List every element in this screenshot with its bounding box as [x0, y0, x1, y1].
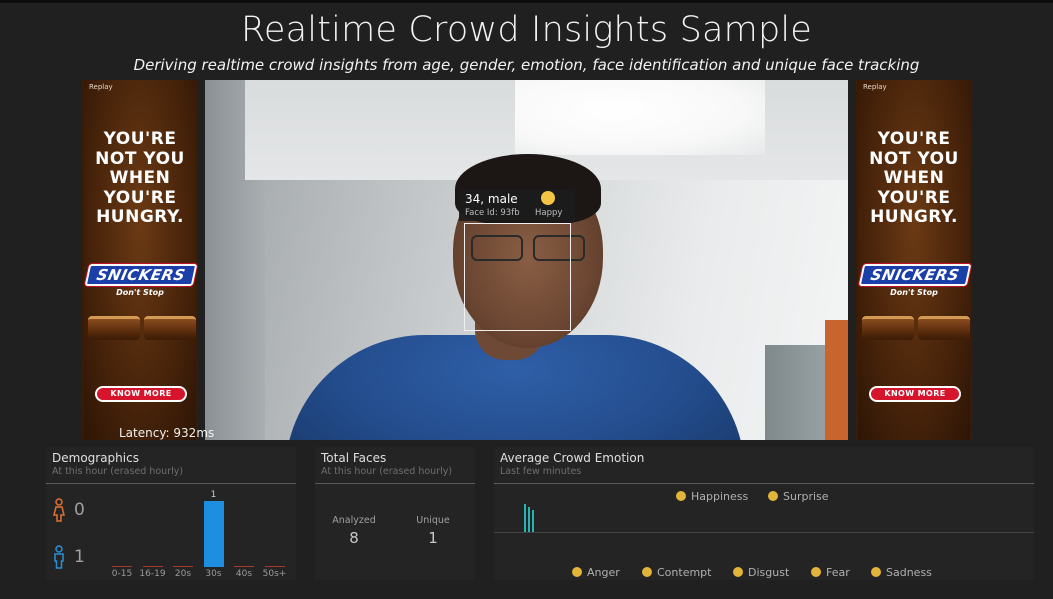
unique-label: Unique: [416, 515, 450, 526]
male-count: 1: [74, 547, 85, 567]
sadness-icon: [871, 567, 881, 577]
emotion-bar: [528, 507, 530, 533]
female-count: 0: [74, 500, 85, 520]
analyzed-stat: Analyzed 8: [319, 515, 389, 547]
male-icon: [54, 545, 64, 569]
unique-stat: Unique 1: [398, 515, 468, 547]
legend-disgust: Disgust: [733, 566, 789, 579]
ad-banner-right[interactable]: Replay YOU'RE NOT YOU WHEN YOU'RE HUNGRY…: [856, 80, 972, 440]
legend-surprise: Surprise: [768, 490, 829, 503]
age-bar-20s: [173, 566, 193, 567]
age-bar-16-19: [142, 566, 163, 567]
contempt-icon: [642, 567, 652, 577]
age-tick-20s: 20s: [174, 569, 192, 579]
candy-bar-image: [88, 316, 196, 342]
fear-icon: [811, 567, 821, 577]
age-bar-label-30s: 1: [210, 490, 217, 500]
age-bar-50s+: [264, 566, 285, 567]
disgust-icon: [733, 567, 743, 577]
legend-fear: Fear: [811, 566, 850, 579]
ad-tagline: Don't Stop: [116, 288, 164, 297]
ad-banner-left[interactable]: Replay YOU'RE NOT YOU WHEN YOU'RE HUNGRY…: [82, 80, 198, 440]
age-distribution-chart: 0-15 16-19 20s 1 30s 40s 50s+: [108, 487, 293, 579]
age-bar-30s: [203, 501, 224, 567]
emotion-subtitle: Last few minutes: [500, 466, 582, 477]
age-bar-0-15: [112, 566, 132, 567]
female-icon: [53, 498, 65, 522]
unique-value: 1: [428, 529, 438, 547]
ad-headline: YOU'RE NOT YOU WHEN YOU'RE HUNGRY.: [869, 129, 959, 227]
happy-emoji-icon: [541, 191, 555, 205]
legend-happiness: Happiness: [676, 490, 748, 503]
demographics-panel: Demographics At this hour (erased hourly…: [46, 447, 296, 580]
age-tick-0-15: 0-15: [111, 569, 133, 579]
face-detection-box: [464, 223, 571, 331]
legend-contempt: Contempt: [642, 566, 711, 579]
analyzed-value: 8: [349, 529, 359, 547]
latency-readout: Latency: 932ms: [119, 426, 215, 440]
total-faces-panel: Total Faces At this hour (erased hourly)…: [315, 447, 475, 580]
candy-bar-image: [862, 316, 970, 342]
ad-replay-link[interactable]: Replay: [863, 83, 887, 91]
anger-icon: [572, 567, 582, 577]
emotion-bar: [532, 510, 534, 533]
emotion-bar: [524, 504, 526, 533]
ad-replay-link[interactable]: Replay: [89, 83, 113, 91]
face-id: Face Id: 93fb: [465, 208, 520, 218]
surprise-icon: [768, 491, 778, 501]
face-emotion: Happy: [535, 208, 563, 218]
analyzed-label: Analyzed: [332, 515, 376, 526]
age-bar-40s: [234, 566, 254, 567]
age-tick-16-19: 16-19: [139, 569, 166, 579]
page-title: Realtime Crowd Insights Sample: [240, 10, 813, 50]
total-faces-title: Total Faces: [321, 451, 387, 465]
camera-feed: 34, male Face Id: 93fb Happy: [205, 80, 848, 440]
ad-headline: YOU'RE NOT YOU WHEN YOU'RE HUNGRY.: [95, 129, 185, 227]
face-info-label: 34, male Face Id: 93fb Happy: [459, 189, 575, 221]
legend-sadness: Sadness: [871, 566, 932, 579]
age-tick-40s: 40s: [235, 569, 253, 579]
top-border: [0, 0, 1053, 3]
snickers-logo: SNICKERS: [858, 264, 972, 286]
face-age-gender: 34, male: [465, 192, 518, 206]
know-more-button[interactable]: KNOW MORE: [95, 386, 187, 402]
know-more-button[interactable]: KNOW MORE: [869, 386, 961, 402]
demographics-title: Demographics: [52, 451, 139, 465]
page-subtitle: Deriving realtime crowd insights from ag…: [133, 56, 920, 74]
ceiling-light: [515, 80, 765, 155]
happiness-icon: [676, 491, 686, 501]
legend-anger: Anger: [572, 566, 620, 579]
emotion-title: Average Crowd Emotion: [500, 451, 645, 465]
crowd-emotion-panel: Average Crowd Emotion Last few minutes H…: [494, 447, 1034, 580]
demographics-subtitle: At this hour (erased hourly): [52, 466, 184, 477]
emotion-axis: [494, 532, 1034, 533]
ad-tagline: Don't Stop: [890, 288, 938, 297]
snickers-logo: SNICKERS: [84, 264, 198, 286]
total-faces-subtitle: At this hour (erased hourly): [321, 466, 453, 477]
age-tick-50s+: 50s+: [262, 569, 287, 579]
age-tick-30s: 30s: [205, 569, 222, 579]
